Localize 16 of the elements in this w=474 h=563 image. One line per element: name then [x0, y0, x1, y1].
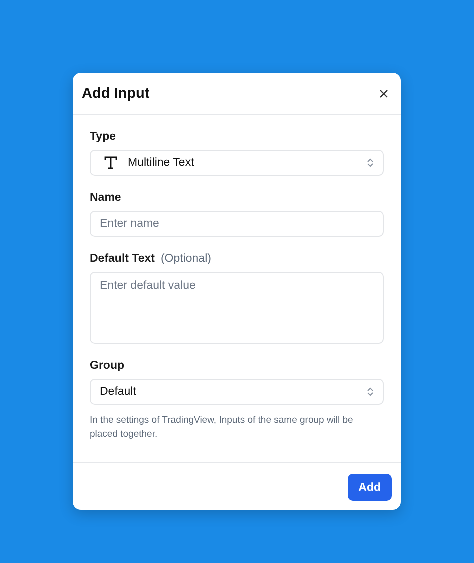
- field-label: Default Text: [90, 253, 155, 265]
- chevron-updown-icon: [367, 387, 374, 397]
- help-text: In the settings of TradingView, Inputs of the same group will be placed together.: [90, 414, 354, 442]
- close-icon: [380, 90, 388, 98]
- field-label: Name: [90, 192, 122, 204]
- select-field[interactable]: Multiline Text: [90, 150, 384, 176]
- optional-hint: (Optional): [160, 253, 212, 265]
- dialog-title: Add Input: [82, 86, 150, 102]
- field-label: Type: [90, 131, 116, 143]
- add-button[interactable]: Add: [348, 474, 392, 501]
- text-area-field[interactable]: Enter default value: [90, 272, 384, 344]
- text-type-icon: [104, 156, 118, 170]
- field-label: Group: [90, 360, 124, 372]
- chevron-updown-icon: [367, 158, 374, 168]
- select-field[interactable]: Default: [90, 379, 384, 405]
- input-field[interactable]: Enter name: [90, 211, 384, 237]
